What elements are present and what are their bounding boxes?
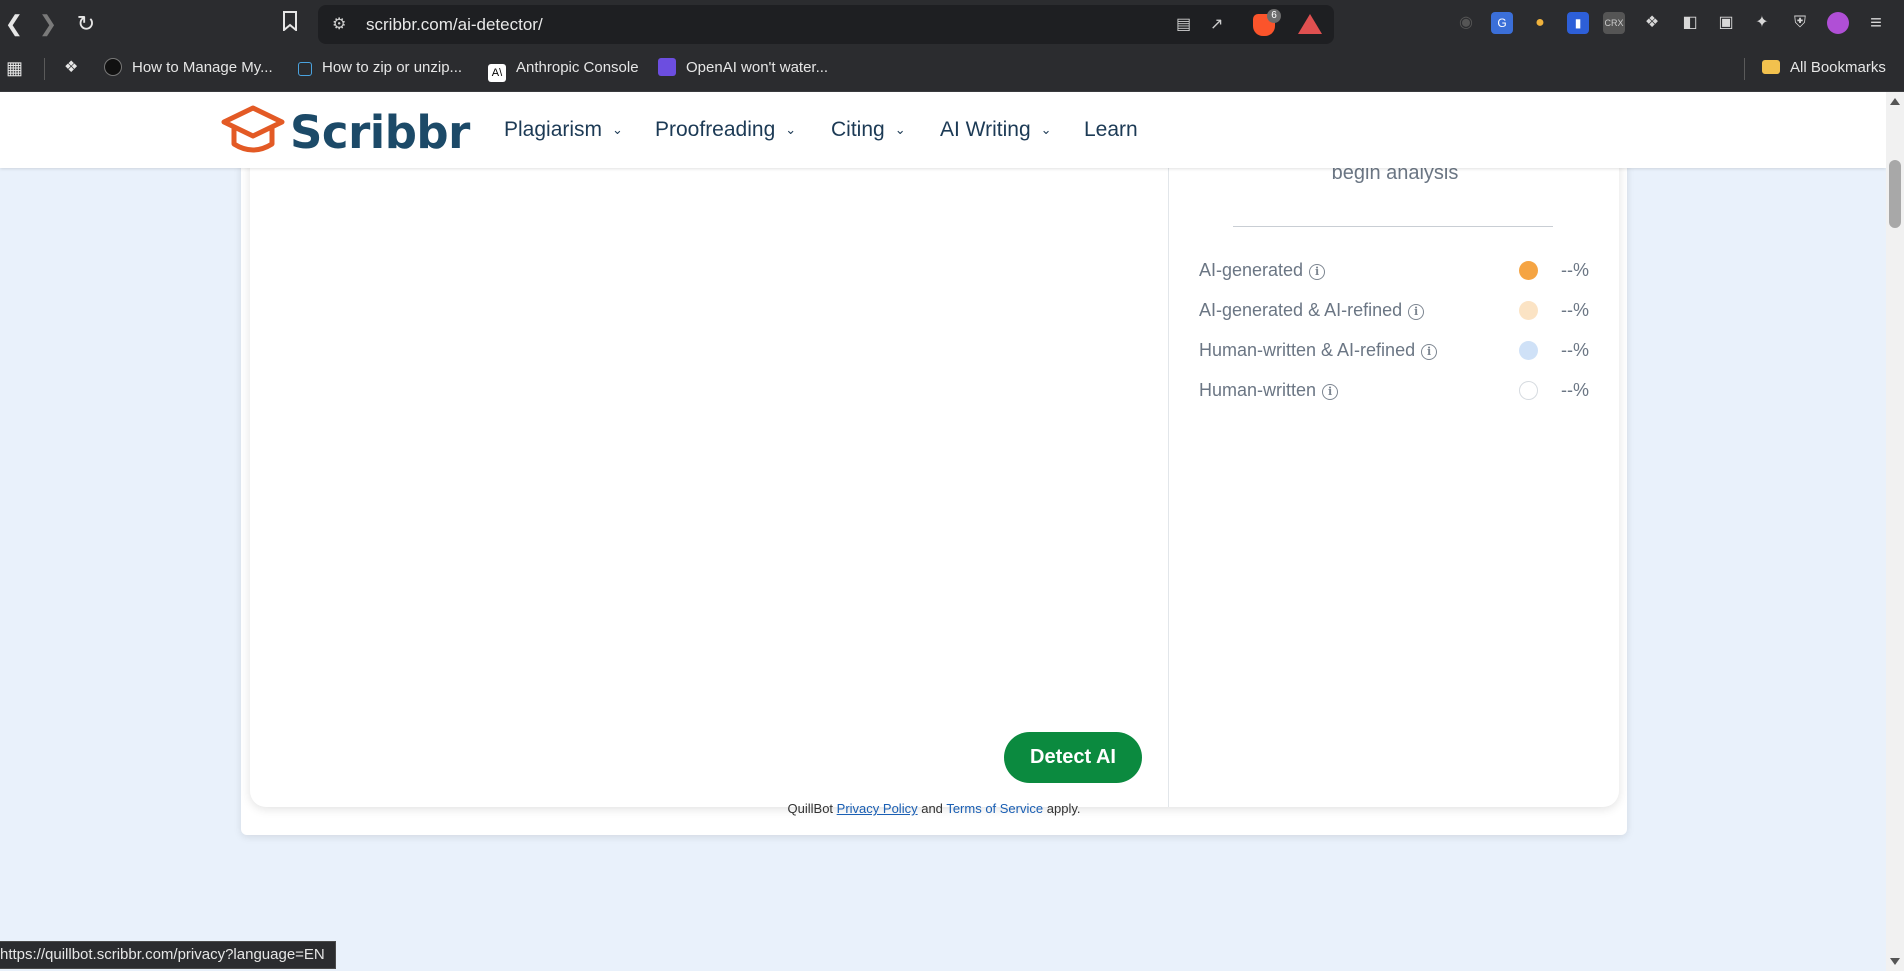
nav-label: AI Writing <box>940 118 1031 141</box>
forward-icon[interactable]: ❯ <box>34 10 62 38</box>
result-label: Human-written <box>1199 380 1317 400</box>
browser-toolbar: ❮ ❯ ↻ ⚙ scribbr.com/ai-detector/ ▤ ↗ 6 ◉… <box>0 0 1904 48</box>
wallet-icon[interactable]: ▣ <box>1715 12 1737 34</box>
nav-label: Proofreading <box>655 118 776 141</box>
result-human-written: Human-written i --% <box>1199 375 1599 405</box>
address-bar[interactable]: ⚙ scribbr.com/ai-detector/ ▤ ↗ 6 <box>318 5 1334 44</box>
page-viewport: Detect AI begin analysis AI-generated i -… <box>0 92 1886 971</box>
vpn-icon[interactable]: ⛨ <box>1789 12 1811 34</box>
bookmark-item[interactable]: A\ Anthropic Console <box>488 48 639 88</box>
translate-icon[interactable]: G <box>1491 12 1513 34</box>
scroll-down-arrow-icon[interactable] <box>1890 958 1900 965</box>
nav-learn[interactable]: Learn <box>1084 92 1138 168</box>
link-status-bar: https://quillbot.scribbr.com/privacy?lan… <box>0 941 336 969</box>
link-icon <box>298 62 312 76</box>
nav-proofreading[interactable]: Proofreading ⌄ <box>655 92 796 168</box>
bookmark-label: Anthropic Console <box>516 59 639 76</box>
result-human-ai-refined: Human-written & AI-refined i --% <box>1199 335 1599 365</box>
bookmarks-divider <box>44 58 45 80</box>
extensions-icon[interactable]: ❖ <box>64 48 78 88</box>
privacy-policy-link[interactable]: Privacy Policy <box>837 801 918 816</box>
hexagon-icon <box>104 58 122 76</box>
extensions-puzzle-icon[interactable]: ❖ <box>1641 12 1663 34</box>
reload-icon[interactable]: ↻ <box>72 10 100 38</box>
chevron-down-icon: ⌄ <box>612 122 623 137</box>
site-header: Scribbr Plagiarism ⌄ Proofreading ⌄ Citing… <box>0 92 1886 168</box>
legal-and: and <box>921 801 943 816</box>
bookmark-label: OpenAI won't water... <box>686 59 829 76</box>
info-icon[interactable]: i <box>1408 304 1425 320</box>
legend-dot <box>1519 341 1538 360</box>
legend-dot <box>1519 261 1538 280</box>
logo-text: Scribbr <box>290 106 470 159</box>
bookmark-label: How to zip or unzip... <box>322 59 463 76</box>
bookmark-item[interactable]: How to zip or unzip... <box>298 48 462 88</box>
reader-mode-icon[interactable]: ▤ <box>1176 5 1191 44</box>
terms-of-service-link[interactable]: Terms of Service <box>946 801 1043 816</box>
result-percentage: --% <box>1561 300 1589 320</box>
info-icon[interactable]: i <box>1309 264 1326 280</box>
openai-forum-icon <box>658 58 676 76</box>
back-icon[interactable]: ❮ <box>0 10 28 38</box>
result-percentage: --% <box>1561 340 1589 360</box>
info-icon[interactable]: i <box>1322 384 1339 400</box>
brave-rewards-icon[interactable] <box>1298 14 1322 34</box>
chevron-down-icon: ⌄ <box>1040 122 1052 137</box>
page-scrollbar[interactable] <box>1886 92 1904 971</box>
result-label: AI-generated <box>1199 260 1304 280</box>
chevron-down-icon: ⌄ <box>785 122 797 137</box>
profile-avatar[interactable] <box>1827 12 1849 34</box>
extension-icon[interactable]: ● <box>1529 12 1551 34</box>
result-label: AI-generated & AI-refined <box>1199 300 1403 320</box>
nav-label: Citing <box>831 118 885 141</box>
share-icon[interactable]: ↗ <box>1210 5 1223 44</box>
all-bookmarks-label: All Bookmarks <box>1790 59 1886 76</box>
scroll-thumb[interactable] <box>1889 160 1901 228</box>
legal-note: QuillBot Privacy Policy and Terms of Ser… <box>241 801 1627 816</box>
results-divider <box>1233 226 1553 227</box>
url-text[interactable]: scribbr.com/ai-detector/ <box>366 5 543 44</box>
bookmark-item[interactable]: OpenAI won't water... <box>658 48 828 88</box>
legend-dot <box>1519 381 1538 400</box>
crx-icon[interactable]: CRX <box>1603 12 1625 34</box>
site-settings-icon[interactable]: ⚙ <box>332 5 346 44</box>
panel-divider <box>1168 102 1169 807</box>
scroll-up-arrow-icon[interactable] <box>1890 98 1900 105</box>
result-ai-generated: AI-generated i --% <box>1199 255 1599 285</box>
sidebar-icon[interactable]: ◧ <box>1679 12 1701 34</box>
result-percentage: --% <box>1561 380 1589 400</box>
detect-ai-button[interactable]: Detect AI <box>1004 732 1142 783</box>
menu-icon[interactable]: ≡ <box>1865 12 1887 34</box>
chevron-down-icon: ⌄ <box>894 122 906 137</box>
anthropic-icon: A\ <box>488 64 506 82</box>
bookmarks-divider <box>1744 58 1745 80</box>
folder-icon <box>1762 60 1780 74</box>
bookmarks-bar: ▦ ❖ How to Manage My... How to zip or un… <box>0 48 1904 92</box>
password-manager-icon[interactable]: ▮ <box>1567 12 1589 34</box>
nav-plagiarism[interactable]: Plagiarism ⌄ <box>504 92 623 168</box>
result-label: Human-written & AI-refined <box>1199 340 1416 360</box>
graduation-cap-icon <box>221 105 285 153</box>
text-input-area[interactable] <box>250 102 1168 807</box>
all-bookmarks[interactable]: All Bookmarks <box>1762 48 1886 88</box>
nav-label: Learn <box>1084 118 1138 141</box>
apps-grid-icon[interactable]: ▦ <box>6 48 23 88</box>
record-icon[interactable]: ◉ <box>1455 12 1477 34</box>
brave-badge: 6 <box>1267 9 1281 23</box>
nav-label: Plagiarism <box>504 118 603 141</box>
nav-citing[interactable]: Citing ⌄ <box>831 92 906 168</box>
detector-card: Detect AI begin analysis AI-generated i -… <box>250 102 1619 807</box>
bookmark-label: How to Manage My... <box>132 59 273 76</box>
result-ai-refined: AI-generated & AI-refined i --% <box>1199 295 1599 325</box>
nav-ai-writing[interactable]: AI Writing ⌄ <box>940 92 1052 168</box>
leo-ai-icon[interactable]: ✦ <box>1751 12 1773 34</box>
result-percentage: --% <box>1561 260 1589 280</box>
legal-prefix: QuillBot <box>787 801 834 816</box>
legend-dot <box>1519 301 1538 320</box>
bookmark-page-icon[interactable] <box>276 10 304 38</box>
info-icon[interactable]: i <box>1421 344 1438 360</box>
legal-suffix: apply. <box>1046 801 1081 816</box>
bookmark-item[interactable]: How to Manage My... <box>104 48 273 88</box>
